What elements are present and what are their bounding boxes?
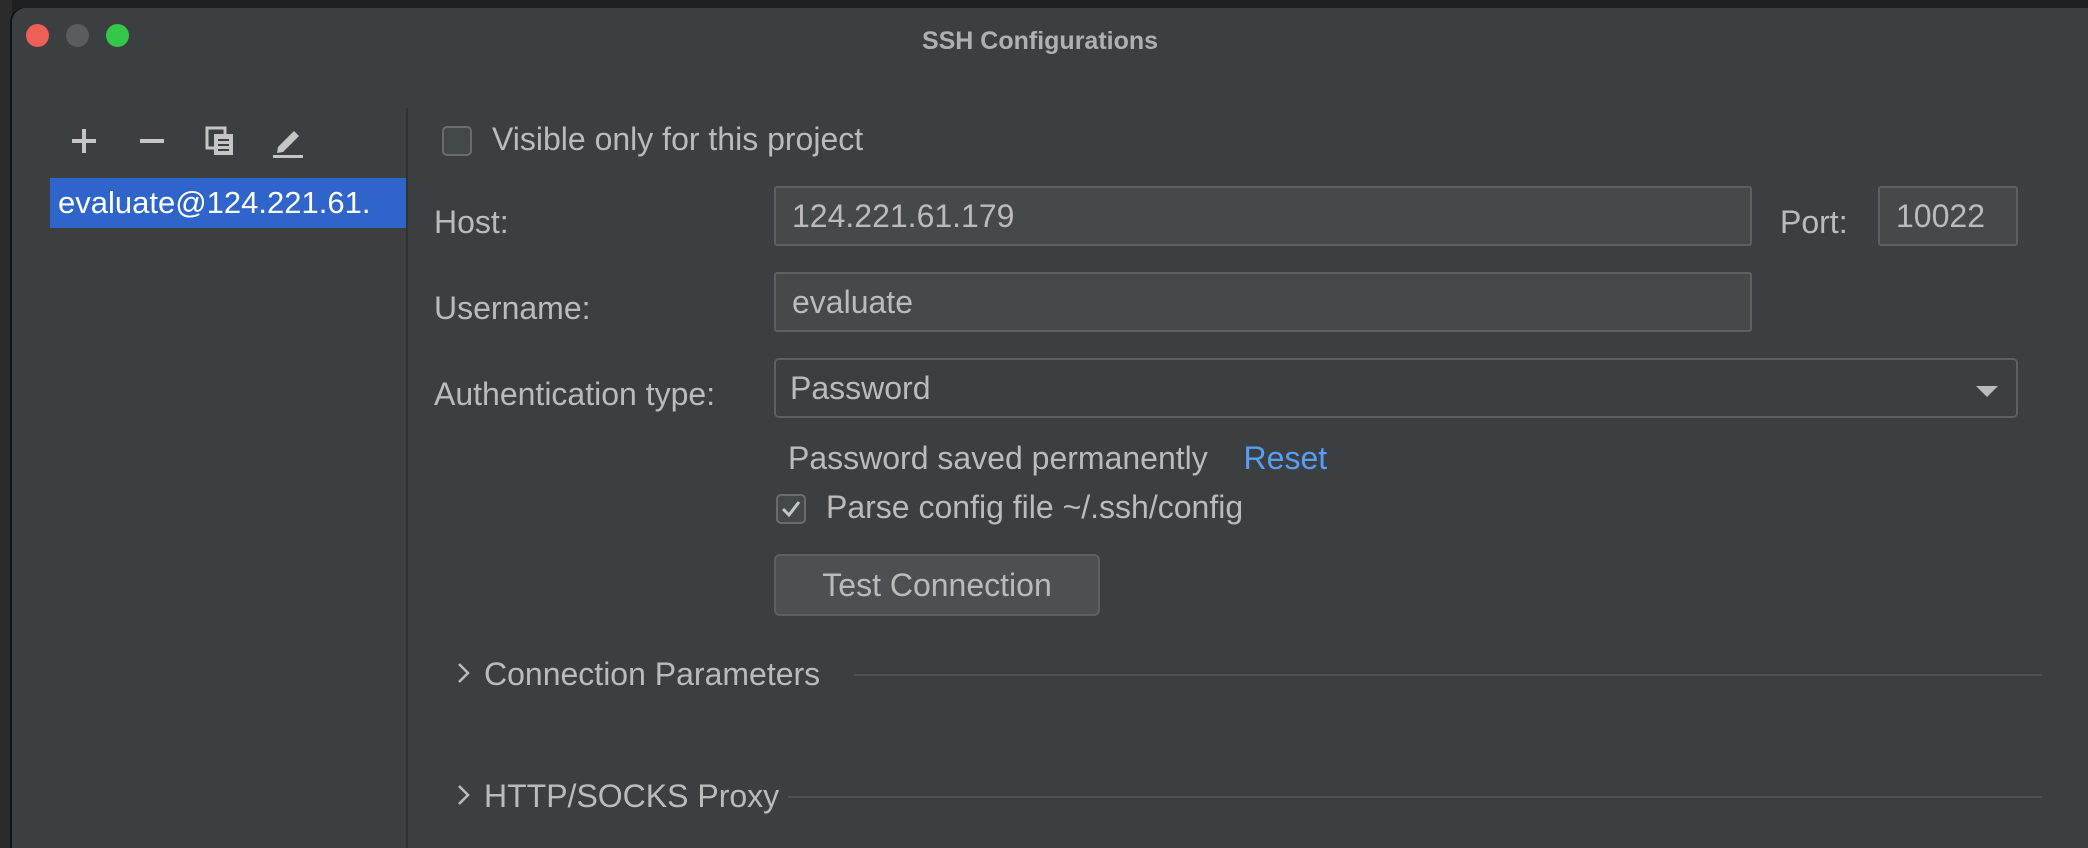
background-ide-edge: [0, 0, 12, 848]
chevron-right-icon: [458, 785, 470, 805]
section-http-socks-proxy[interactable]: HTTP/SOCKS Proxy: [452, 770, 2042, 820]
parse-config-checkbox[interactable]: [776, 494, 806, 524]
chevron-down-icon: [1976, 386, 1998, 397]
copy-config-button[interactable]: [200, 121, 240, 161]
section-divider: [788, 796, 2042, 798]
config-list-panel: evaluate@124.221.61.: [12, 108, 406, 848]
window-title: SSH Configurations: [921, 27, 1159, 55]
copy-icon: [205, 126, 233, 155]
reset-password-link[interactable]: Reset: [1244, 440, 1328, 476]
auth-type-value: Password: [790, 369, 931, 406]
parse-config-label: Parse config file ~/.ssh/config: [826, 489, 1244, 525]
username-input[interactable]: evaluate: [774, 272, 1752, 332]
remove-config-button[interactable]: [132, 121, 172, 161]
visible-only-label: Visible only for this project: [492, 121, 864, 157]
auth-type-select[interactable]: Password: [774, 358, 2018, 418]
add-config-button[interactable]: [64, 121, 104, 161]
test-connection-button[interactable]: Test Connection: [774, 554, 1100, 616]
plus-icon: [72, 129, 96, 153]
host-label: Host:: [434, 204, 509, 240]
port-input[interactable]: 10022: [1878, 186, 2018, 246]
password-status: Password saved permanently Reset: [788, 440, 1327, 477]
password-status-text: Password saved permanently: [788, 440, 1208, 476]
host-input[interactable]: 124.221.61.179: [774, 186, 1752, 246]
title-bar: SSH Configurations: [12, 8, 2088, 66]
checkmark-icon: [781, 501, 801, 518]
config-list-item[interactable]: evaluate@124.221.61.: [50, 178, 406, 228]
section-title: Connection Parameters: [484, 656, 821, 692]
edit-config-button[interactable]: [268, 121, 308, 161]
chevron-right-icon: [458, 663, 470, 683]
username-label: Username:: [434, 290, 591, 326]
section-title: HTTP/SOCKS Proxy: [484, 778, 780, 814]
panel-divider: [406, 108, 408, 848]
minus-icon: [140, 139, 164, 143]
auth-type-label: Authentication type:: [434, 376, 716, 412]
section-divider: [854, 674, 2042, 676]
edit-icon: [273, 131, 303, 158]
visible-only-checkbox[interactable]: [442, 126, 472, 156]
port-label: Port:: [1780, 204, 1848, 240]
section-connection-parameters[interactable]: Connection Parameters: [452, 648, 2042, 698]
ssh-configurations-dialog: SSH Configurations evaluate@124.221.61. …: [12, 8, 2088, 848]
